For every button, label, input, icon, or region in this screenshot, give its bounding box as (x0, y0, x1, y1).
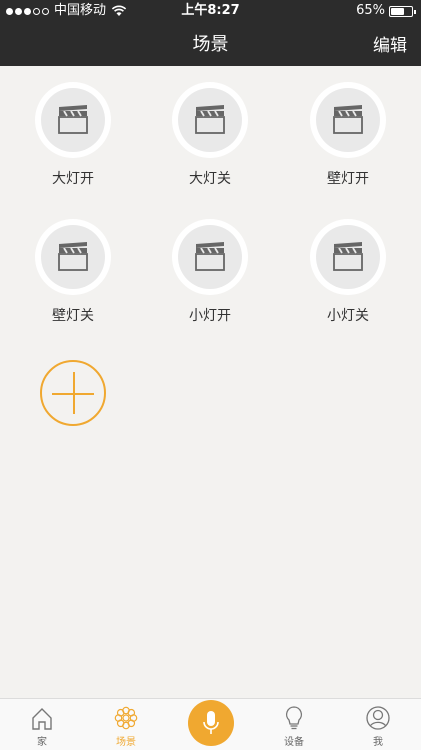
scene-label: 小灯关 (327, 308, 369, 324)
scene-button[interactable] (35, 219, 111, 295)
tab-home-label: 家 (37, 737, 47, 748)
clapperboard-icon (178, 225, 242, 289)
page-title: 场景 (192, 34, 229, 55)
add-scene-button[interactable] (40, 360, 106, 426)
tab-home[interactable]: 家 (0, 705, 84, 748)
clapperboard-icon (41, 88, 105, 152)
user-icon (366, 706, 390, 730)
scene-button[interactable] (172, 82, 248, 158)
clapperboard-icon (316, 225, 380, 289)
edit-button[interactable]: 编辑 (373, 31, 407, 56)
scene-item[interactable]: 壁灯开 (288, 82, 408, 188)
clapperboard-icon (178, 88, 242, 152)
tab-scenes[interactable]: 场景 (84, 705, 168, 748)
scene-label: 壁灯关 (52, 308, 94, 324)
scene-button[interactable] (35, 82, 111, 158)
scene-item[interactable]: 大灯开 (13, 82, 133, 188)
battery-percent: 65% (356, 3, 385, 18)
battery-icon (389, 5, 416, 17)
tab-me-label: 我 (373, 737, 383, 748)
top-bar: 中国移动 上午8:27 65% 场景 编辑 (0, 0, 421, 66)
scene-item[interactable]: 小灯关 (288, 219, 408, 325)
scene-item[interactable]: 壁灯关 (13, 219, 133, 325)
status-right: 65% (356, 0, 416, 22)
scene-button[interactable] (310, 82, 386, 158)
voice-button[interactable] (188, 700, 234, 746)
scene-item[interactable]: 大灯关 (150, 82, 270, 188)
tab-devices[interactable]: 设备 (252, 705, 336, 748)
scene-button[interactable] (310, 219, 386, 295)
flower-icon (114, 706, 138, 730)
microphone-icon (203, 711, 219, 734)
scene-label: 壁灯开 (327, 171, 369, 187)
tab-scenes-label: 场景 (116, 737, 136, 748)
status-bar: 中国移动 上午8:27 65% (0, 0, 421, 22)
scene-label: 大灯开 (52, 171, 94, 187)
tab-devices-label: 设备 (284, 737, 304, 748)
scene-item[interactable]: 小灯开 (150, 219, 270, 325)
tab-me[interactable]: 我 (336, 705, 420, 748)
clapperboard-icon (41, 225, 105, 289)
home-icon (32, 708, 52, 730)
lightbulb-icon (285, 706, 303, 730)
scene-label: 小灯开 (189, 308, 231, 324)
scene-label: 大灯关 (189, 171, 231, 187)
scene-button[interactable] (172, 219, 248, 295)
clapperboard-icon (316, 88, 380, 152)
